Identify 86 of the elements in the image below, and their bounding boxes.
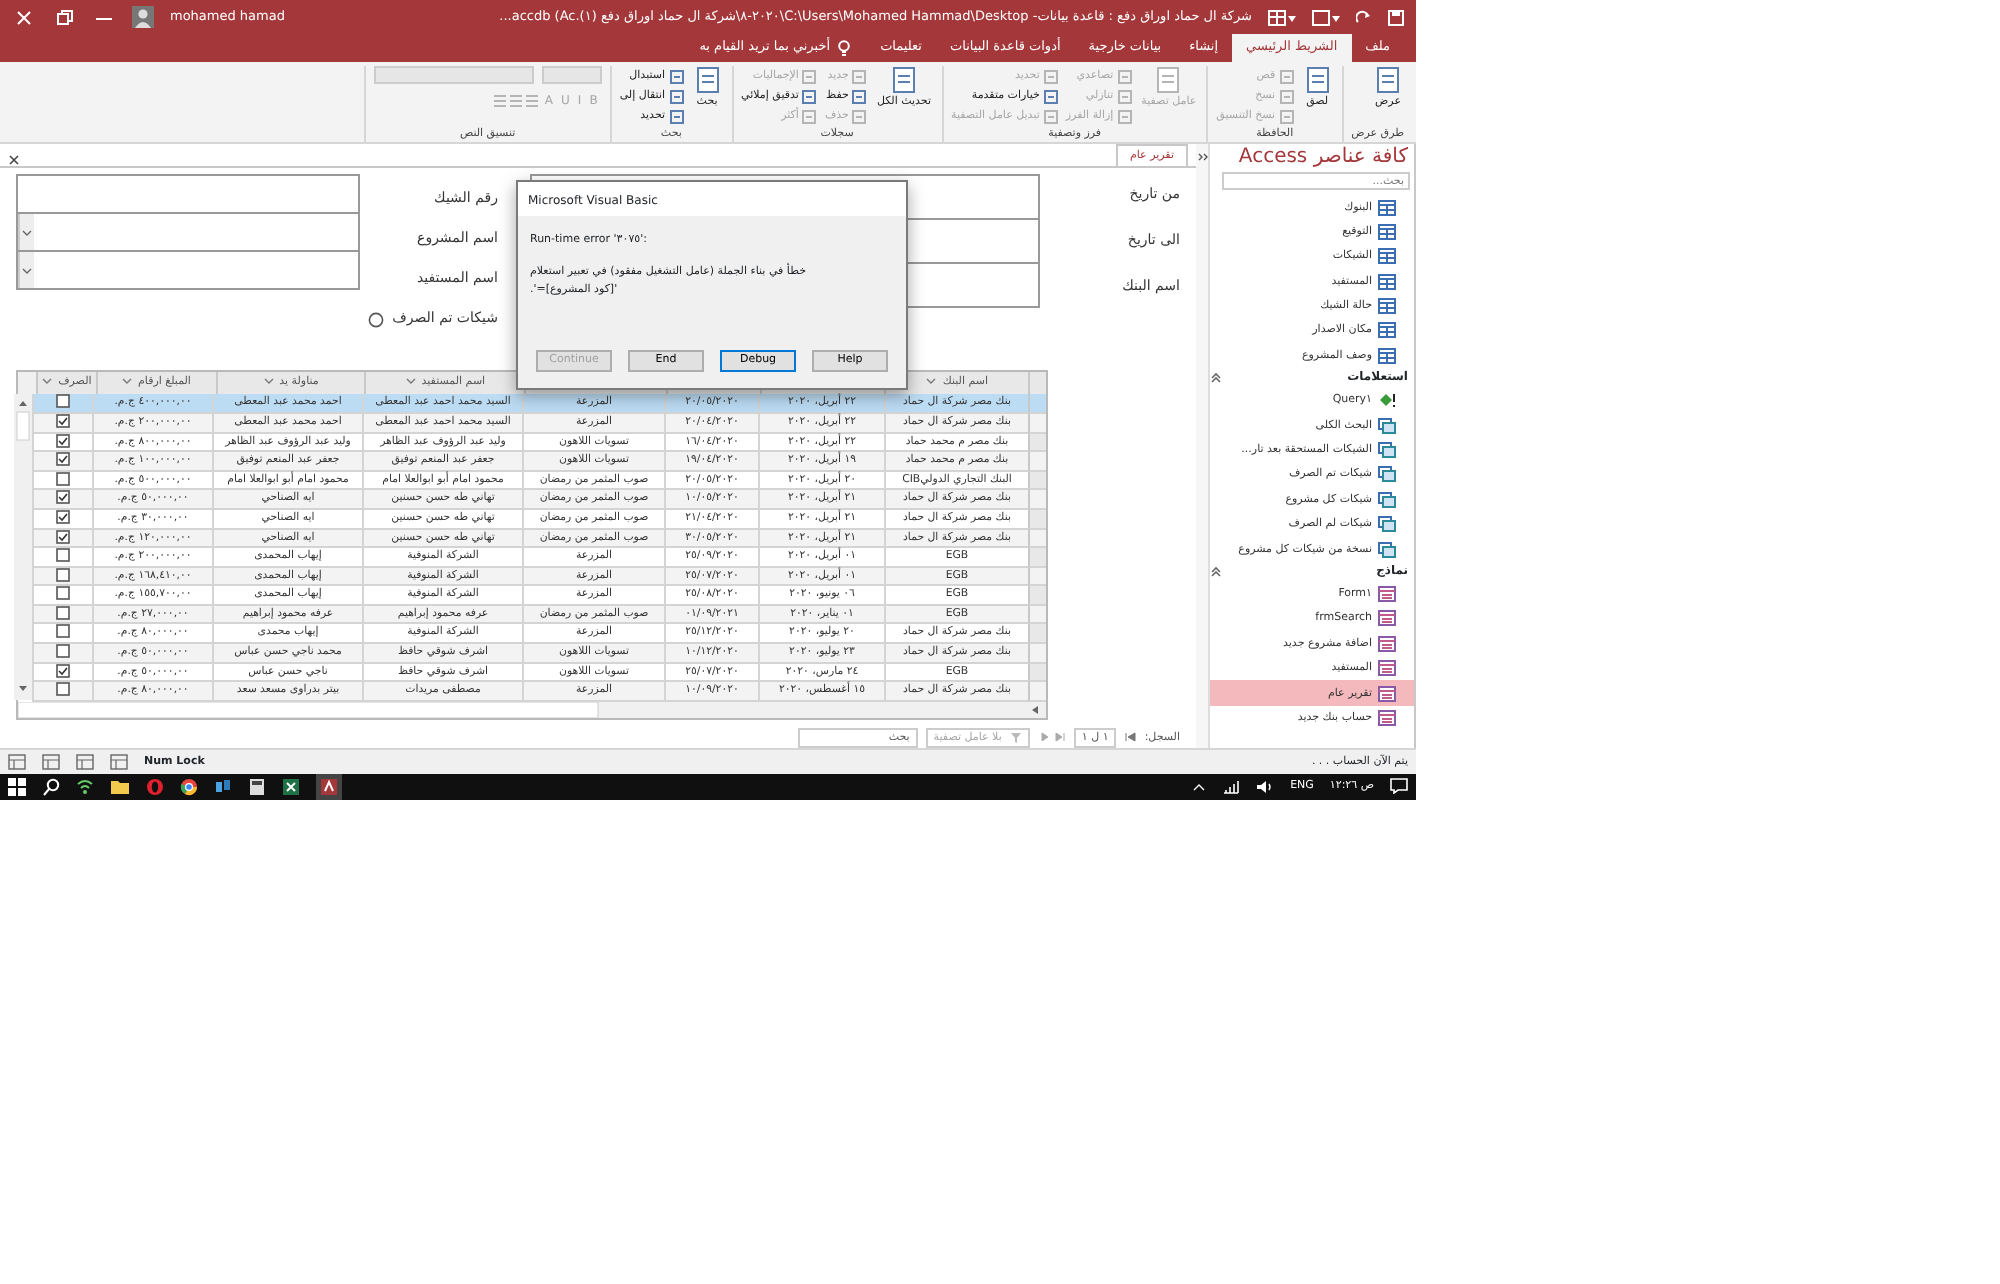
avatar-icon [132, 6, 154, 29]
form-icon [1378, 709, 1396, 726]
first-record-icon[interactable] [1124, 732, 1137, 743]
calculator-icon[interactable] [248, 777, 266, 796]
command-icon [802, 69, 817, 84]
checkbox[interactable] [56, 682, 70, 697]
form-icon [1378, 635, 1396, 652]
checkbox[interactable] [56, 586, 70, 601]
database-app-icon[interactable] [316, 773, 342, 800]
checkbox[interactable] [56, 663, 70, 678]
datasheet-icon[interactable] [1268, 9, 1296, 26]
checkbox[interactable] [56, 394, 70, 409]
collapse-icon[interactable] [1210, 565, 1222, 578]
caret-icon[interactable] [1192, 781, 1207, 792]
checkbox[interactable] [56, 490, 70, 505]
notification-icon[interactable] [1390, 778, 1408, 795]
scrollbar[interactable] [14, 394, 32, 701]
lightbulb-icon [838, 40, 851, 57]
command-icon [852, 109, 867, 124]
table-icon [1378, 273, 1396, 290]
layout-view-icon[interactable] [76, 753, 94, 770]
form-icon [1378, 610, 1396, 627]
command-icon [1117, 109, 1132, 124]
spreadsheet-icon[interactable] [282, 777, 300, 796]
checkbox[interactable] [56, 567, 70, 582]
combo-box[interactable] [16, 250, 360, 291]
table-icon [1378, 298, 1396, 315]
command-icon [1117, 69, 1132, 84]
form-icon [1378, 685, 1396, 702]
next-record-icon[interactable] [1037, 732, 1066, 743]
speaker-icon[interactable] [1256, 779, 1275, 794]
command-icon [1279, 109, 1294, 124]
command-icon [1043, 89, 1058, 104]
form-view-icon[interactable] [1312, 9, 1340, 26]
checkbox[interactable] [56, 644, 70, 659]
command-icon [669, 89, 684, 104]
checkbox[interactable] [56, 452, 70, 467]
table-icon [1378, 322, 1396, 339]
input-field[interactable] [16, 174, 360, 215]
command-icon [1279, 89, 1294, 104]
checkbox[interactable] [56, 548, 70, 563]
command-icon [1043, 69, 1058, 84]
form-icon [1378, 660, 1396, 677]
expand-icon[interactable] [1197, 152, 1207, 163]
command-icon [1043, 109, 1058, 124]
command-icon [1117, 89, 1132, 104]
close-icon[interactable] [12, 9, 36, 26]
table-icon [1378, 347, 1396, 364]
command-icon [852, 89, 867, 104]
checkbox[interactable] [56, 605, 70, 620]
checkbox[interactable] [56, 413, 70, 428]
command-icon [1279, 69, 1294, 84]
checkbox[interactable] [56, 624, 70, 639]
table-icon [1378, 248, 1396, 265]
form-view-icon[interactable] [110, 753, 128, 770]
save-icon[interactable] [1388, 9, 1404, 26]
collapse-icon[interactable] [1210, 372, 1222, 385]
close-icon[interactable] [8, 154, 20, 167]
network-icon[interactable] [1222, 779, 1241, 794]
redo-icon[interactable] [1356, 9, 1372, 26]
checkbox[interactable] [56, 471, 70, 486]
table-icon [1378, 223, 1396, 240]
table-icon [1378, 199, 1396, 216]
command-icon [852, 69, 867, 84]
datasheet-view-icon[interactable] [42, 753, 60, 770]
restore-icon[interactable] [52, 9, 76, 26]
command-icon [669, 109, 684, 124]
wifi-icon[interactable] [76, 777, 94, 796]
search-icon[interactable] [42, 777, 60, 796]
opera-icon[interactable] [146, 777, 164, 796]
app-icon[interactable] [214, 777, 232, 796]
form-icon [1378, 586, 1396, 602]
windows-icon[interactable] [8, 777, 26, 796]
combo-box[interactable] [16, 212, 360, 253]
radio-button[interactable] [368, 311, 385, 328]
chart-view-icon[interactable] [8, 753, 26, 770]
action-query-icon [1378, 392, 1396, 409]
checkbox[interactable] [56, 529, 70, 544]
checkbox[interactable] [56, 433, 70, 448]
command-icon [802, 89, 817, 104]
pane-title: كافة عناصر Access [1236, 144, 1410, 173]
checkbox[interactable] [56, 509, 70, 524]
command-icon [669, 69, 684, 84]
command-icon [802, 109, 817, 124]
chrome-icon[interactable] [180, 777, 198, 796]
scrollbar[interactable] [18, 372, 36, 395]
